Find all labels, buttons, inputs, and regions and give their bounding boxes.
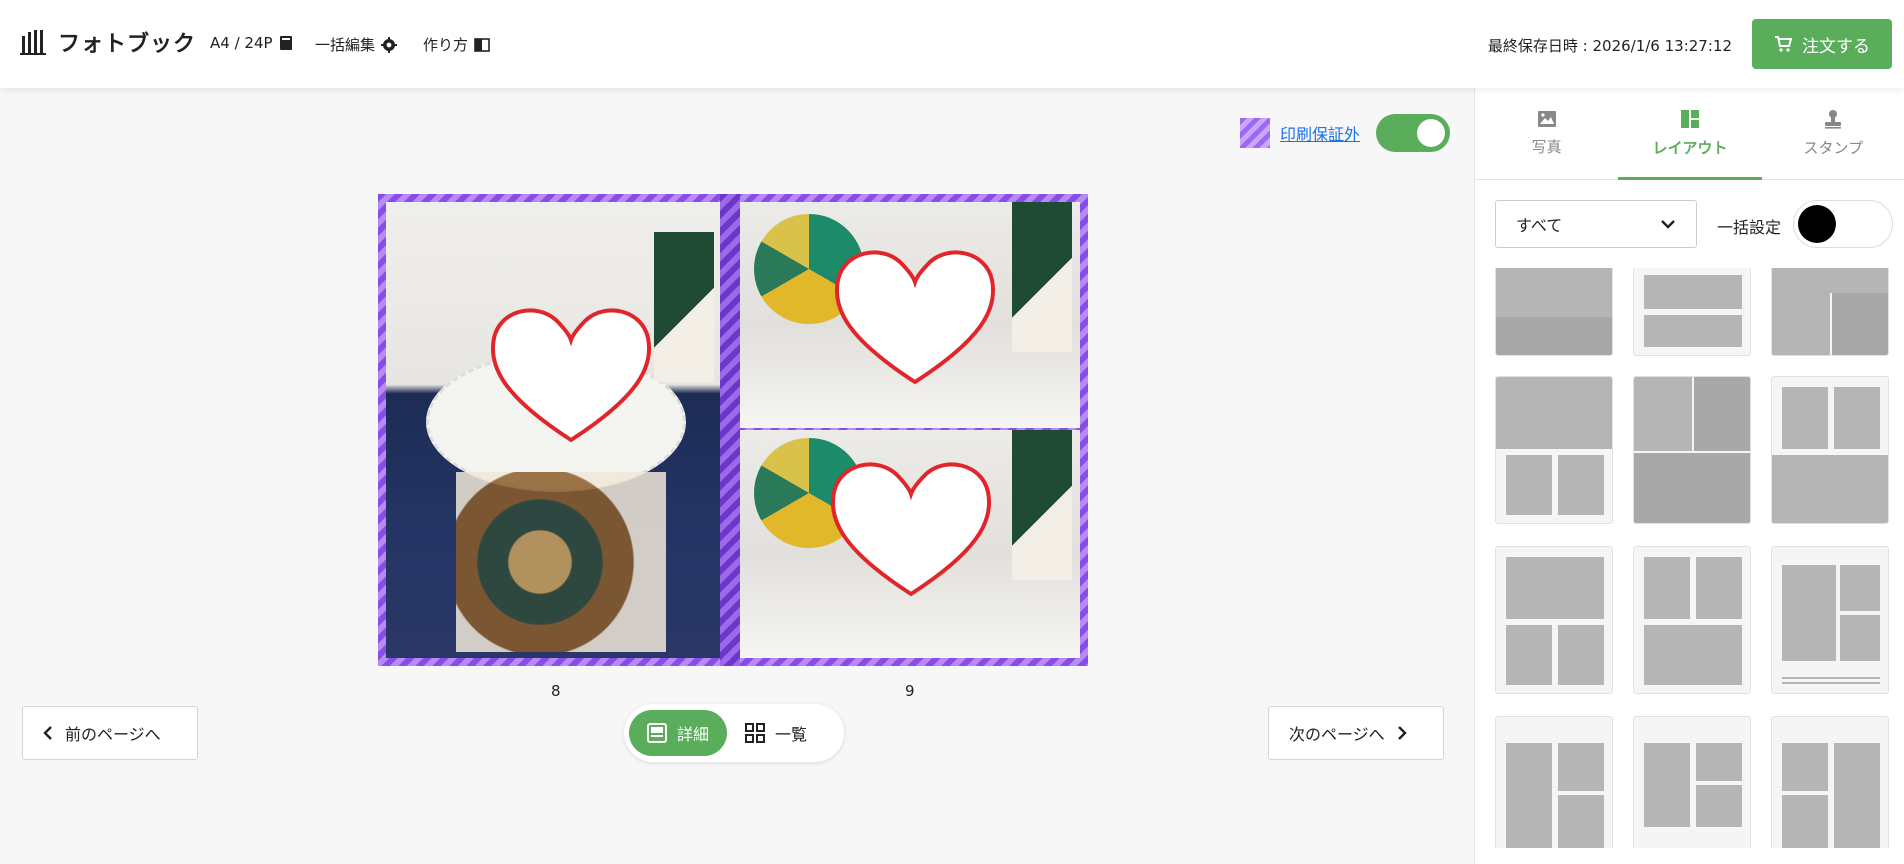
layout-thumbnail[interactable] <box>1771 268 1889 356</box>
tab-stamp[interactable]: スタンプ <box>1762 88 1904 179</box>
layout-thumbnail[interactable] <box>1633 716 1751 848</box>
howto-link[interactable]: 作り方 <box>423 34 490 55</box>
photo-content <box>1012 430 1072 580</box>
panel-tabs: 写真 レイアウト スタンプ <box>1475 88 1904 180</box>
image-icon <box>1537 111 1556 127</box>
layout-thumbnail[interactable] <box>1633 268 1751 356</box>
layout-thumbnail[interactable] <box>1495 268 1613 356</box>
toggle-knob <box>1798 205 1836 243</box>
chevron-left-icon <box>43 726 52 740</box>
layout-icon <box>1680 110 1699 128</box>
detail-view-icon <box>647 723 667 743</box>
print-guarantee-swatch <box>1240 118 1270 148</box>
book-size-selector[interactable]: A4 / 24P <box>210 34 293 52</box>
layout-thumbnail[interactable] <box>1495 716 1613 848</box>
tab-layout[interactable]: レイアウト <box>1618 88 1762 180</box>
tab-photo-label: 写真 <box>1531 138 1562 156</box>
chevron-down-icon <box>1661 220 1675 229</box>
guide-book-icon <box>474 37 490 52</box>
spread-gutter <box>720 194 740 666</box>
layout-thumbnail[interactable] <box>1495 376 1613 524</box>
cart-icon <box>1775 36 1792 52</box>
print-guarantee-link[interactable]: 印刷保証外 <box>1280 121 1360 145</box>
bulk-setting-toggle[interactable] <box>1793 200 1893 248</box>
next-page-label: 次のページへ <box>1289 725 1385 744</box>
view-detail-label: 詳細 <box>677 725 710 744</box>
layout-filter-value: すべて <box>1516 216 1563 235</box>
photobook-logo-icon <box>20 30 46 55</box>
view-detail-button[interactable]: 詳細 <box>629 710 728 756</box>
prev-page-label: 前のページへ <box>65 725 161 744</box>
last-saved-time: 最終保存日時 : 2026/1/6 13:27:12 <box>1487 37 1732 55</box>
book-size-label: A4 / 24P <box>210 34 273 52</box>
grid-view-icon <box>745 723 766 743</box>
photo-frame-page-9-top[interactable] <box>740 202 1080 428</box>
next-page-button[interactable]: 次のページへ <box>1268 706 1444 760</box>
order-label: 注文する <box>1802 36 1870 57</box>
gear-icon <box>381 36 398 53</box>
page-number-right: 9 <box>905 682 915 700</box>
book-icon <box>279 36 292 50</box>
side-panel: 写真 レイアウト スタンプ すべて 一括設定 <box>1474 88 1904 864</box>
app-logo[interactable]: フォトブック <box>18 26 196 58</box>
heart-stamp[interactable] <box>486 298 656 448</box>
photo-content <box>654 232 714 382</box>
bulk-setting-label: 一括設定 <box>1717 218 1782 237</box>
layout-thumbnail-grid <box>1495 268 1895 848</box>
view-list-label: 一覧 <box>775 725 808 744</box>
layout-filter-select[interactable]: すべて <box>1495 200 1697 248</box>
layout-thumbnail[interactable] <box>1633 376 1751 524</box>
howto-label: 作り方 <box>423 36 469 54</box>
layout-thumbnail[interactable] <box>1771 716 1889 848</box>
bulk-edit-menu[interactable]: 一括編集 <box>315 34 398 55</box>
view-mode-toggle[interactable]: 詳細 一覧 <box>624 704 844 762</box>
prev-page-button[interactable]: 前のページへ <box>22 706 198 760</box>
page-spread[interactable] <box>378 194 1088 666</box>
heart-stamp[interactable] <box>830 240 1000 390</box>
toggle-knob <box>1417 119 1446 147</box>
print-guarantee-legend: 印刷保証外 <box>1240 114 1451 152</box>
layout-thumbnail[interactable] <box>1771 546 1889 694</box>
heart-stamp[interactable] <box>826 452 996 602</box>
app-name: フォトブック <box>58 32 197 57</box>
order-button[interactable]: 注文する <box>1752 19 1892 69</box>
photo-content <box>1012 202 1072 352</box>
photo-content <box>456 472 666 652</box>
tab-stamp-label: スタンプ <box>1803 139 1864 157</box>
print-guarantee-toggle[interactable] <box>1376 114 1451 152</box>
view-list-button[interactable]: 一覧 <box>727 710 825 756</box>
page-number-left: 8 <box>551 682 561 700</box>
chevron-right-icon <box>1397 726 1407 740</box>
stamp-icon <box>1825 110 1842 129</box>
bulk-edit-label: 一括編集 <box>315 36 376 54</box>
photo-frame-page-9-bottom[interactable] <box>740 430 1080 658</box>
tab-layout-label: レイアウト <box>1652 139 1728 157</box>
layout-thumbnail[interactable] <box>1633 546 1751 694</box>
app-header: フォトブック A4 / 24P 一括編集 作り方 最終保存日時 : 2026/1… <box>0 0 1904 88</box>
photo-frame-page-8[interactable] <box>386 202 720 658</box>
layout-thumbnail[interactable] <box>1771 376 1889 524</box>
layout-thumbnail[interactable] <box>1495 546 1613 694</box>
tab-photo[interactable]: 写真 <box>1475 88 1618 179</box>
